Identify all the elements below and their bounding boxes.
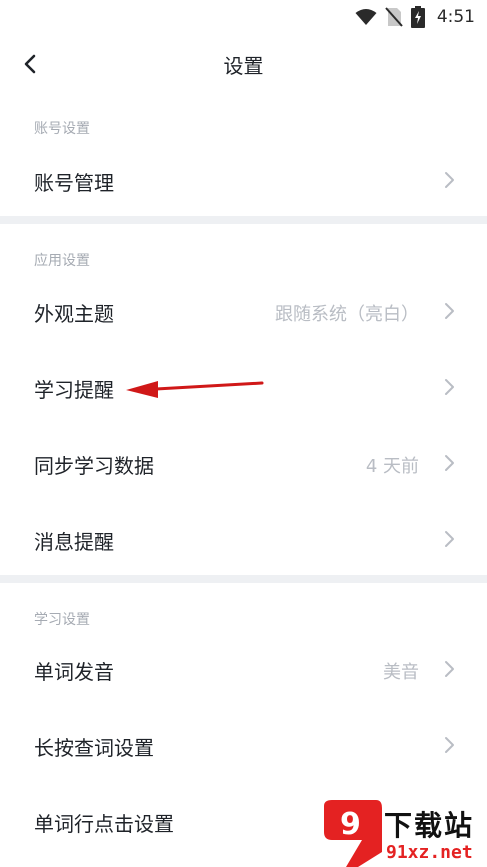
battery-charging-icon xyxy=(410,6,425,28)
row-word-pronunciation[interactable]: 单词发音 美音 xyxy=(0,638,487,700)
chevron-right-icon xyxy=(445,172,454,188)
chevron-right-icon xyxy=(445,303,454,319)
section-divider xyxy=(0,216,487,224)
row-label: 单词发音 xyxy=(34,660,114,684)
status-bar: 4:51 xyxy=(0,0,487,34)
row-message-reminder[interactable]: 消息提醒 xyxy=(0,508,487,570)
row-sync-study-data[interactable]: 同步学习数据 4 天前 xyxy=(0,432,487,494)
row-label: 学习提醒 xyxy=(34,378,114,402)
row-long-press-lookup[interactable]: 长按查词设置 xyxy=(0,714,487,776)
nav-bar: 设置 xyxy=(0,34,487,92)
row-label: 长按查词设置 xyxy=(34,736,154,760)
chevron-right-icon xyxy=(445,379,454,395)
chevron-right-icon xyxy=(445,531,454,547)
row-appearance-theme[interactable]: 外观主题 跟随系统（亮白） xyxy=(0,280,487,342)
row-label: 单词行点击设置 xyxy=(34,812,174,836)
no-sim-icon xyxy=(385,7,403,27)
row-value: 4 天前 xyxy=(365,456,419,477)
section-label-account: 账号设置 xyxy=(34,121,90,137)
row-value: 跟随系统（亮白） xyxy=(275,304,419,325)
row-study-reminder[interactable]: 学习提醒 xyxy=(0,356,487,418)
status-icons: 4:51 xyxy=(355,6,475,28)
chevron-right-icon xyxy=(445,455,454,471)
row-label: 同步学习数据 xyxy=(34,454,154,478)
row-word-line-click[interactable]: 单词行点击设置 xyxy=(0,790,487,852)
wifi-icon xyxy=(355,9,377,25)
section-label-study: 学习设置 xyxy=(34,612,90,628)
row-account-management[interactable]: 账号管理 xyxy=(0,149,487,211)
chevron-right-icon xyxy=(445,661,454,677)
row-label: 消息提醒 xyxy=(34,530,114,554)
chevron-right-icon xyxy=(445,737,454,753)
section-divider xyxy=(0,575,487,583)
row-label: 外观主题 xyxy=(34,302,114,326)
page-title: 设置 xyxy=(223,54,264,78)
section-label-app: 应用设置 xyxy=(34,253,90,269)
row-label: 账号管理 xyxy=(34,171,114,195)
row-value: 美音 xyxy=(383,662,419,683)
status-time: 4:51 xyxy=(436,7,475,27)
